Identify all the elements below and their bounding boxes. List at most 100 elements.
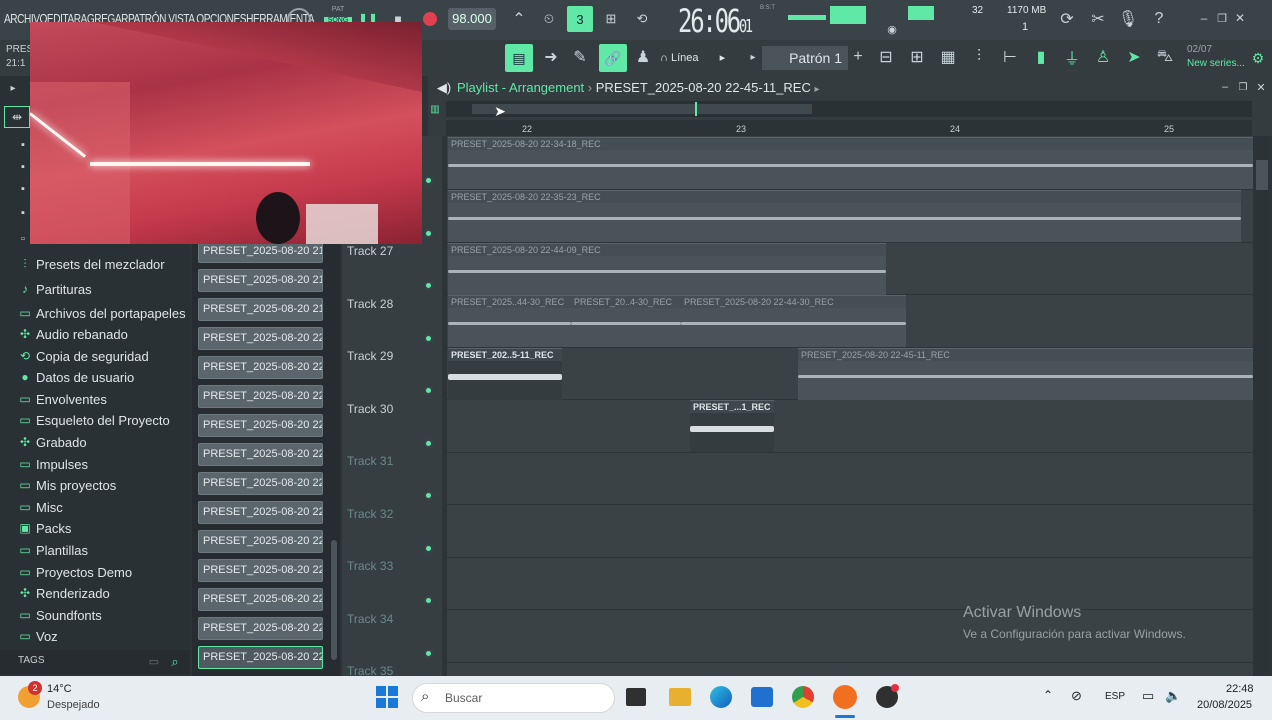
playlist-piano-icon[interactable]: ▥ xyxy=(428,102,442,116)
tempo-display[interactable]: 98.000 xyxy=(448,8,496,30)
browser-item-partituras[interactable]: ♪ Partituras xyxy=(17,279,92,299)
playlist-close-icon[interactable]: ✕ xyxy=(1254,80,1268,94)
restore-icon[interactable]: ❐ xyxy=(1214,10,1230,26)
browser-item-portapapeles[interactable]: ▭ Archivos del portapapeles xyxy=(17,303,185,323)
file-item[interactable]: PRESET_2025-08-20 22-... xyxy=(198,501,323,524)
audio-clip[interactable]: PRESET_2025-08-20 22-34-18_REC xyxy=(448,137,1253,189)
pattern-prev-icon[interactable]: ▸ xyxy=(745,48,761,66)
browser-audio-icon[interactable]: ⇹ xyxy=(4,106,30,128)
microphone-icon[interactable]: 🎙 xyxy=(1117,8,1139,30)
file-item[interactable]: PRESET_2025-08-20 22-... xyxy=(198,414,323,437)
track-mute-led[interactable] xyxy=(424,439,433,448)
weather-desc[interactable]: Despejado xyxy=(47,699,100,711)
browser-item-packs[interactable]: ▣ Packs xyxy=(17,518,71,538)
countdown-icon[interactable]: 3 xyxy=(567,6,593,32)
track-mute-led[interactable] xyxy=(424,649,433,658)
track-mute-led[interactable] xyxy=(424,491,433,500)
mixer-icon[interactable]: ⊟ xyxy=(875,46,897,68)
track-name[interactable]: Track 27 xyxy=(347,244,393,258)
track-mute-led[interactable] xyxy=(424,334,433,343)
browser-item-misc[interactable]: ▭ Misc xyxy=(17,497,62,517)
song-time-display[interactable]: 26:0601 xyxy=(678,2,753,40)
browser-item-datos-usuario[interactable]: ● Datos de usuario xyxy=(17,367,134,387)
browser-item-envolventes[interactable]: ▭ Envolventes xyxy=(17,389,107,409)
file-item-selected[interactable]: PRESET_2025-08-20 22-... xyxy=(198,646,323,669)
track-mute-led[interactable] xyxy=(424,176,433,185)
refresh-icon[interactable]: ⟳ xyxy=(1056,8,1078,30)
wait-record-icon[interactable]: ⏲ xyxy=(538,8,560,30)
audio-clip[interactable]: PRESET_2025-08-20 22-45-11_REC xyxy=(798,348,1253,400)
bird-icon[interactable]: ➤ xyxy=(1123,46,1145,68)
eye-icon[interactable]: ◉ xyxy=(885,22,899,36)
file-item[interactable]: PRESET_2025-08-20 22-... xyxy=(198,472,323,495)
news-link[interactable]: New series... xyxy=(1187,58,1245,69)
audio-clip[interactable]: PRESET_...1_REC xyxy=(690,400,774,452)
track-name[interactable]: Track 30 xyxy=(347,402,393,416)
search-icon[interactable]: ⌕ xyxy=(166,653,184,671)
chevron-up-icon[interactable]: ⌃ xyxy=(1043,688,1053,702)
audio-clip[interactable]: PRESET_2025-08-20 22-44-09_REC xyxy=(448,243,886,295)
pat-label[interactable]: PAT xyxy=(324,6,352,13)
file-item[interactable]: PRESET_2025-08-20 22-... xyxy=(198,443,323,466)
tags-label[interactable]: TAGS xyxy=(18,655,44,666)
playlist-vertical-scroll[interactable] xyxy=(1254,136,1270,676)
file-explorer-icon[interactable] xyxy=(669,688,691,706)
sliders-icon[interactable]: ⫶ xyxy=(968,46,990,68)
file-icon[interactable]: ▮ xyxy=(1030,46,1052,68)
browser-item-copia-seguridad[interactable]: ⟲ Copia de seguridad xyxy=(17,346,149,366)
file-item[interactable]: PRESET_2025-08-20 22-... xyxy=(198,356,323,379)
audio-clip[interactable]: PRESET_2025-08-20 22-44-30_REC xyxy=(681,295,906,347)
file-list-scrollbar[interactable] xyxy=(331,540,337,660)
clock-time[interactable]: 22:48 xyxy=(1226,683,1254,695)
file-item[interactable]: PRESET_2025-08-20 22-... xyxy=(198,617,323,640)
playlist-restore-icon[interactable]: ❐ xyxy=(1236,80,1250,94)
speaker-icon[interactable]: ◀) xyxy=(435,79,453,97)
playlist-scroll-thumb[interactable] xyxy=(472,104,812,114)
audio-clip[interactable]: PRESET_202..5-11_REC xyxy=(448,348,562,400)
taskbar-search[interactable] xyxy=(412,683,615,713)
browser-item-audio-rebanado[interactable]: ✣ Audio rebanado xyxy=(17,324,128,344)
browser-item-grabado[interactable]: ✣ Grabado xyxy=(17,432,87,452)
track-name[interactable]: Track 33 xyxy=(347,559,393,573)
network-icon[interactable]: ⊘ xyxy=(1071,688,1082,704)
piano-roll-icon[interactable]: ▦ xyxy=(937,46,959,68)
metronome-icon[interactable]: ⌃ xyxy=(508,8,530,30)
arrow-right-icon[interactable]: ➜ xyxy=(540,46,562,68)
browser-item-soundfonts[interactable]: ▭ Soundfonts xyxy=(17,605,101,625)
weather-temp[interactable]: 14°C xyxy=(47,683,72,695)
edge-icon[interactable] xyxy=(710,686,732,708)
minimize-icon[interactable]: – xyxy=(1196,10,1212,26)
file-item[interactable]: PRESET_2025-08-20 22-... xyxy=(198,588,323,611)
browser-item-esqueleto[interactable]: ▭ Esqueleto del Proyecto xyxy=(17,410,169,430)
track-mute-led[interactable] xyxy=(424,544,433,553)
track-name[interactable]: Track 31 xyxy=(347,454,393,468)
file-item[interactable]: PRESET_2025-08-20 21-... xyxy=(198,298,323,321)
file-item[interactable]: PRESET_2025-08-20 22-... xyxy=(198,559,323,582)
playlist-window-icon[interactable]: ▤ xyxy=(505,44,533,72)
close-icon[interactable]: ✕ xyxy=(1232,10,1248,26)
person-icon[interactable]: ♙ xyxy=(1092,46,1114,68)
start-button[interactable] xyxy=(376,686,398,708)
browser-arrow-icon[interactable]: ▸ xyxy=(6,81,20,95)
file-item[interactable]: PRESET_2025-08-20 22-... xyxy=(198,385,323,408)
audio-clip[interactable]: PRESET_20..4-30_REC xyxy=(571,295,681,347)
pattern-selector[interactable]: Patrón 1 xyxy=(762,46,848,70)
help-icon[interactable]: ? xyxy=(1148,8,1170,30)
scissors-icon[interactable]: ✂ xyxy=(1087,8,1109,30)
track-mute-led[interactable] xyxy=(424,229,433,238)
pencil-icon[interactable]: ✎ xyxy=(569,46,591,68)
track-mute-led[interactable] xyxy=(424,386,433,395)
track-mute-led[interactable] xyxy=(424,596,433,605)
track-name[interactable]: Track 28 xyxy=(347,297,393,311)
vertical-scroll-thumb[interactable] xyxy=(1256,160,1268,190)
clock-date[interactable]: 20/08/2025 xyxy=(1197,699,1252,711)
track-mute-led[interactable] xyxy=(424,281,433,290)
track-name[interactable]: Track 32 xyxy=(347,507,393,521)
record-button[interactable] xyxy=(423,12,437,26)
file-item[interactable]: PRESET_2025-08-20 22-... xyxy=(198,327,323,350)
add-pattern-icon[interactable]: + xyxy=(850,48,866,66)
track-name[interactable]: Track 29 xyxy=(347,349,393,363)
track-name[interactable]: Track 34 xyxy=(347,612,393,626)
audio-clip[interactable]: PRESET_2025..44-30_REC xyxy=(448,295,571,347)
timeline-ruler[interactable] xyxy=(446,120,1252,136)
